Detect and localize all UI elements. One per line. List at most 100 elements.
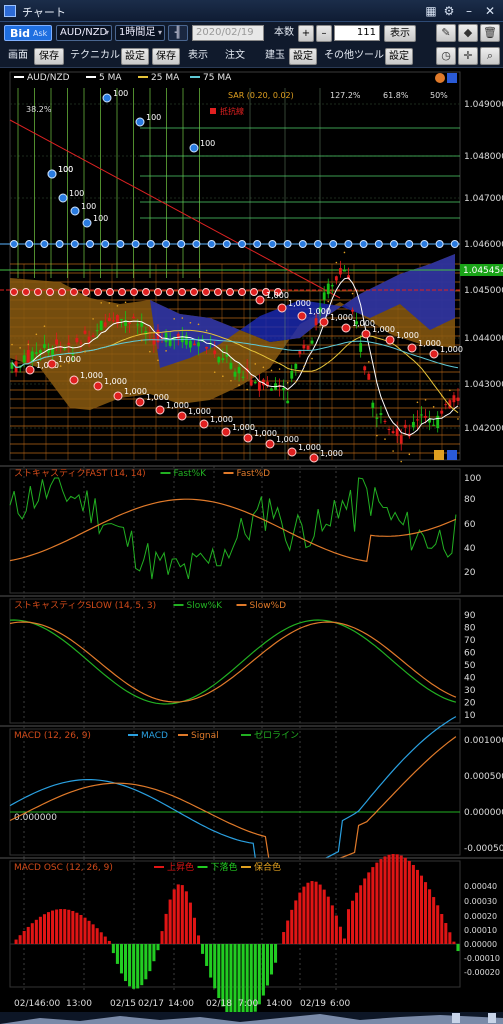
candle-body — [322, 292, 326, 300]
screen-save-button[interactable]: 保存 — [34, 48, 64, 65]
buy-order-marker — [435, 240, 444, 248]
count-label: 本数 — [274, 27, 294, 38]
pane-legend-label: MACD — [141, 731, 168, 741]
count-plus-button[interactable]: + — [298, 25, 314, 42]
candle-body — [91, 335, 95, 337]
stoch-slow-axis-label: 40 — [464, 674, 476, 684]
count-minus-button[interactable]: – — [316, 25, 332, 42]
osc-bar — [286, 920, 290, 944]
erase-button[interactable]: ◆ — [458, 24, 478, 42]
candle-body — [213, 350, 217, 355]
osc-bar — [63, 909, 67, 944]
sar-dot — [197, 323, 200, 326]
window-gear-icon[interactable]: ⚙ — [441, 3, 457, 19]
buy-position-marker — [82, 218, 92, 228]
buy-order-marker — [298, 240, 307, 248]
candle-body — [233, 371, 237, 377]
main-legend-label: AUD/NZD — [27, 73, 70, 83]
window-close-icon[interactable]: ✕ — [482, 3, 498, 19]
sell-position-marker — [221, 427, 231, 437]
buy-position-marker — [189, 143, 199, 153]
candlestick-icon: ╢ — [174, 26, 182, 39]
candle-body — [411, 421, 415, 428]
sell-order-marker — [94, 288, 102, 296]
show-button[interactable]: 表示 — [384, 25, 416, 42]
date-field[interactable]: 2020/02/19 — [192, 25, 264, 41]
osc-bar — [338, 926, 342, 944]
bid-ask-toggle[interactable]: Bid Ask — [4, 25, 52, 41]
pane-legend-label: ゼロライン — [254, 729, 299, 741]
time-axis-label: 6:00 — [330, 999, 350, 1009]
osc-bar — [436, 905, 440, 944]
window-grid-icon[interactable]: ▦ — [423, 3, 439, 19]
technical-settings-button[interactable]: 設定 — [121, 48, 149, 65]
sar-dot — [108, 302, 111, 304]
fib-legend-1272: 127.2% — [330, 91, 361, 100]
other-tools-settings-button[interactable]: 設定 — [385, 48, 413, 65]
candle-body — [43, 344, 46, 348]
macd-axis-label: -0.000500 — [464, 844, 503, 854]
osc-bar — [452, 941, 456, 944]
sell-order-marker — [130, 288, 138, 296]
pane-legend-label: 保合色 — [254, 861, 281, 873]
buy-order-marker — [314, 240, 322, 248]
candle-body — [55, 339, 59, 345]
sar-dot — [432, 405, 435, 408]
candle-body — [79, 342, 83, 344]
sell-position-label: 1,000 — [166, 401, 189, 410]
osc-bar — [298, 892, 302, 944]
buy-order-marker — [283, 240, 292, 248]
pane-legend-label: Slow%K — [187, 601, 224, 611]
candle-body — [188, 340, 192, 348]
candle-body — [217, 356, 221, 363]
price-axis-label: 1.045000 — [464, 286, 503, 296]
chart-area[interactable]: 1.049000 1.048000 1.047000 1.046000 1.045000… — [0, 68, 503, 1024]
sar-dot — [213, 371, 216, 373]
osc-bar — [217, 944, 221, 999]
time-axis-label: 14:00 — [168, 999, 194, 1009]
sell-position-label: 1,000 — [396, 331, 419, 340]
candle-body — [330, 285, 334, 287]
buy-position-label: 100 — [69, 189, 84, 198]
pair-select[interactable]: AUD/NZD ▾ — [56, 25, 112, 41]
sar-dot — [295, 381, 297, 383]
stoch-slow-axis-label: 30 — [464, 686, 476, 696]
history-button[interactable]: ◷ — [436, 47, 456, 65]
zoom-button[interactable]: ⌕ — [480, 47, 500, 65]
osc-bar — [415, 869, 419, 944]
window-minimize-icon[interactable]: – — [461, 3, 477, 19]
sar-dot — [457, 418, 459, 420]
delete-button[interactable]: 🗑 — [480, 24, 500, 42]
technical-save-button[interactable]: 保存 — [152, 48, 180, 65]
candle-body — [326, 283, 330, 295]
candle-body — [302, 345, 306, 349]
chart-type-button[interactable]: ╢ — [168, 25, 188, 41]
macd-axis-label: 0.000000 — [464, 808, 503, 818]
candle-body — [176, 333, 180, 339]
crosshair-button[interactable]: ✛ — [458, 47, 478, 65]
buy-order-marker — [450, 240, 459, 248]
pane-legend-label: Signal — [191, 731, 219, 741]
osc-bar — [124, 944, 128, 982]
osc-bar — [55, 909, 59, 944]
buy-position-marker — [47, 169, 57, 179]
macd-axis-label: 0.001000 — [464, 736, 503, 746]
osc-bar — [363, 878, 367, 944]
buy-order-marker — [253, 240, 262, 248]
osc-bar — [46, 912, 51, 944]
count-input[interactable]: 111 — [334, 25, 380, 41]
timeframe-select[interactable]: 1時間足 ▾ — [115, 25, 165, 41]
sar-dot — [335, 261, 338, 264]
sell-order-marker — [226, 288, 234, 296]
sar-legend-label: SAR (0.20, 0.02) — [228, 91, 294, 100]
candle-body — [152, 338, 156, 345]
buy-order-marker — [238, 240, 246, 248]
candle-body — [440, 410, 444, 414]
draw-pen-button[interactable]: ✎ — [436, 24, 456, 42]
pane-collapse-icon — [434, 450, 444, 460]
breakout-legend-label: 抵抗線 — [220, 106, 244, 116]
sell-position-label: 1,000 — [320, 449, 343, 458]
display-settings-button[interactable]: 設定 — [289, 48, 317, 65]
main-legend-label: 75 MA — [203, 73, 232, 83]
candle-body — [237, 367, 241, 374]
